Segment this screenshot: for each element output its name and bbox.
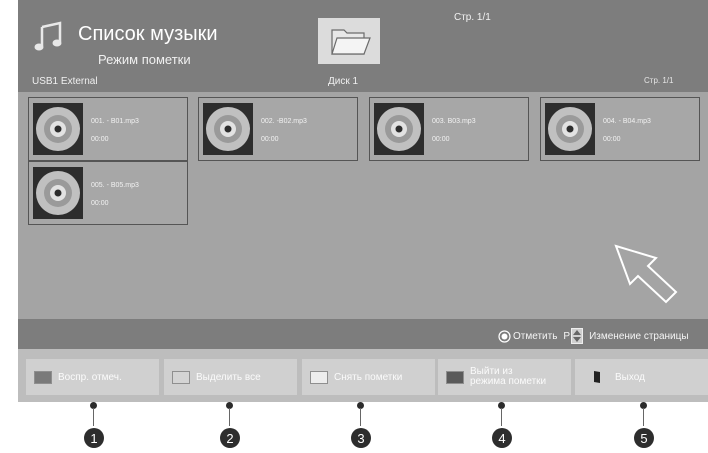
device-label: USB1 External <box>32 76 98 87</box>
file-name: 002. -B02.mp3 <box>261 118 307 125</box>
file-name: 003. B03.mp3 <box>432 118 476 125</box>
file-item-5[interactable]: 005. - B05.mp3 00:00 <box>28 161 188 225</box>
button-label: Выделить все <box>196 371 261 383</box>
page-title: Список музыки <box>78 23 218 45</box>
legend-page-prefix: P <box>563 330 571 342</box>
mode-subtitle: Режим пометки <box>98 52 191 67</box>
callout-4: 4 <box>492 428 512 448</box>
page-indicator-right: Стр. 1/1 <box>644 76 674 85</box>
cd-disc-icon <box>33 167 83 219</box>
file-item-2[interactable]: 002. -B02.mp3 00:00 <box>198 97 358 161</box>
pointer-cursor-icon <box>610 240 690 317</box>
button-label: Снять пометки <box>334 371 403 383</box>
file-name: 005. - B05.mp3 <box>91 182 139 189</box>
music-note-icon <box>32 20 66 59</box>
page-indicator-top: Стр. 1/1 <box>454 12 491 23</box>
color-key-swatch <box>446 370 464 384</box>
file-name: 001. - B01.mp3 <box>91 118 139 125</box>
cd-disc-icon <box>203 103 253 155</box>
button-label-line2: режима пометки <box>470 376 547 387</box>
unmark-button[interactable]: Снять пометки <box>302 359 435 395</box>
play-marked-button[interactable]: Воспр. отмеч. <box>26 359 159 395</box>
disk-label: Диск 1 <box>328 76 359 87</box>
cd-disc-icon <box>33 103 83 155</box>
file-duration: 00:00 <box>432 136 450 143</box>
file-item-4[interactable]: 004. - B04.mp3 00:00 <box>540 97 700 161</box>
legend-page-change-label: Изменение страницы <box>589 330 689 342</box>
color-key-swatch <box>34 370 52 384</box>
callout-line <box>501 408 502 426</box>
legend-bar: Отметить P Изменение страницы <box>498 328 689 344</box>
exit-button[interactable]: Выход <box>575 359 708 395</box>
button-label: Выход <box>615 371 645 383</box>
callout-3: 3 <box>351 428 371 448</box>
callout-line <box>643 408 644 426</box>
exit-icon <box>593 370 601 384</box>
file-name: 004. - B04.mp3 <box>603 118 651 125</box>
color-key-swatch <box>310 370 328 384</box>
legend-mark-label: Отметить <box>513 330 558 342</box>
exit-mark-mode-button[interactable]: Выйти из режима пометки <box>438 359 571 395</box>
callout-line <box>93 408 94 426</box>
callout-5: 5 <box>634 428 654 448</box>
file-grid: 001. - B01.mp3 00:00 002. -B02.mp3 00:00… <box>18 92 708 319</box>
cd-disc-icon <box>374 103 424 155</box>
button-bar: Воспр. отмеч. Выделить все Снять пометки… <box>18 349 708 402</box>
select-all-button[interactable]: Выделить все <box>164 359 297 395</box>
color-key-swatch <box>172 370 190 384</box>
file-item-1[interactable]: 001. - B01.mp3 00:00 <box>28 97 188 161</box>
file-duration: 00:00 <box>91 136 109 143</box>
page-updown-icon <box>570 328 589 344</box>
ok-button-icon <box>498 329 513 343</box>
callout-2: 2 <box>220 428 240 448</box>
music-list-screen: Стр. 1/1 Список музыки Режим пометки USB… <box>18 0 708 402</box>
file-item-3[interactable]: 003. B03.mp3 00:00 <box>369 97 529 161</box>
file-duration: 00:00 <box>603 136 621 143</box>
callout-line <box>229 408 230 426</box>
folder-icon[interactable] <box>318 18 380 64</box>
cd-disc-icon <box>545 103 595 155</box>
file-duration: 00:00 <box>91 200 109 207</box>
callout-line <box>360 408 361 426</box>
callout-1: 1 <box>84 428 104 448</box>
button-label: Воспр. отмеч. <box>58 371 122 383</box>
file-duration: 00:00 <box>261 136 279 143</box>
